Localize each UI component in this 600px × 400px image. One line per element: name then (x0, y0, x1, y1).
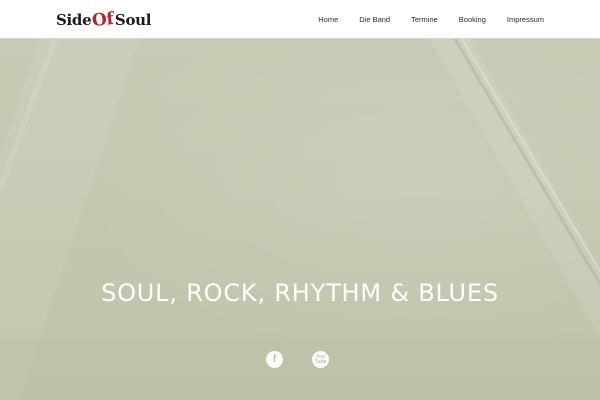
main-nav: Home Die Band Termine Booking Impressum (318, 0, 544, 38)
site-logo[interactable]: Side Of Soul (56, 8, 152, 32)
logo-word-soul: Soul (114, 11, 152, 29)
site-header: Side Of Soul Home Die Band Termine Booki… (0, 0, 600, 39)
facebook-icon[interactable]: f (266, 351, 283, 368)
hero-title: SOUL, ROCK, RHYTHM & BLUES (101, 279, 499, 307)
nav-item-termine[interactable]: Termine (411, 15, 438, 24)
facebook-glyph: f (272, 353, 277, 365)
page: Side Of Soul Home Die Band Termine Booki… (0, 0, 600, 400)
hero-background-image (0, 39, 600, 400)
youtube-icon[interactable]: You Tube (312, 351, 329, 368)
nav-item-impressum[interactable]: Impressum (507, 15, 544, 24)
nav-item-home[interactable]: Home (318, 15, 338, 24)
youtube-glyph: You Tube (314, 353, 327, 365)
logo-word-side: Side (56, 11, 92, 29)
nav-item-booking[interactable]: Booking (459, 15, 486, 24)
nav-item-die-band[interactable]: Die Band (359, 15, 390, 24)
hero-section: SOUL, ROCK, RHYTHM & BLUES f You Tube (0, 39, 600, 400)
logo-word-of: Of (91, 8, 115, 32)
social-links: f You Tube (0, 350, 600, 370)
